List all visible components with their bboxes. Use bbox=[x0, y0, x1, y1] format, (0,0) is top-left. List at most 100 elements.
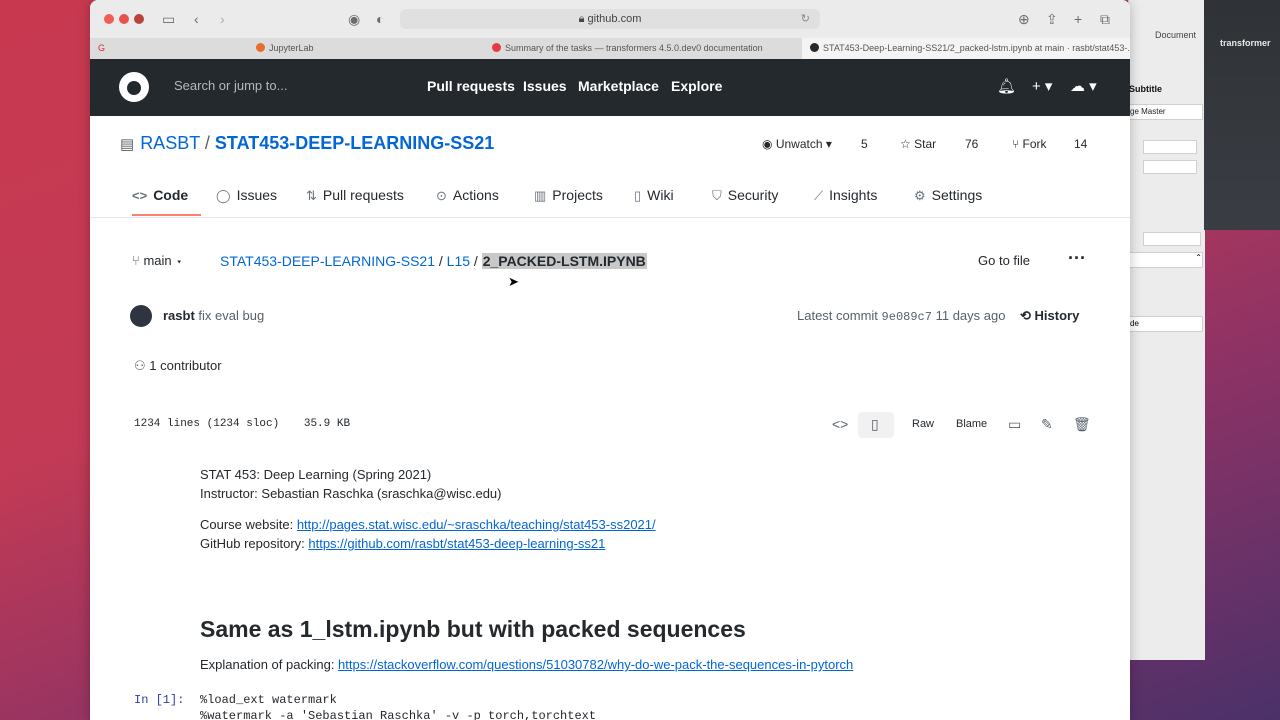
breadcrumb-dir-link[interactable]: L15 bbox=[447, 253, 470, 269]
avatar[interactable] bbox=[130, 305, 152, 327]
commit-author[interactable]: rasbt bbox=[163, 308, 195, 323]
gear-icon: ⚙ bbox=[914, 188, 926, 203]
watch-count[interactable]: 5 bbox=[861, 137, 868, 151]
zoom-window-button[interactable] bbox=[134, 14, 144, 24]
commit-sha-link[interactable]: 9e089c7 bbox=[882, 310, 932, 324]
tab-actions[interactable]: ⊙ Actions bbox=[436, 187, 499, 204]
repo-name-link[interactable]: STAT453-DEEP-LEARNING-SS21 bbox=[215, 133, 494, 153]
bell-icon[interactable]: 🔔︎ bbox=[997, 77, 1016, 95]
play-icon: ⊙ bbox=[436, 188, 447, 203]
subtitle-label: Subtitle bbox=[1129, 84, 1162, 94]
star-icon: ☆ bbox=[900, 137, 911, 151]
url-text: github.com bbox=[587, 13, 642, 25]
document-label: Document bbox=[1155, 30, 1197, 40]
code-icon: <> bbox=[132, 188, 148, 203]
tab-pull-requests[interactable]: ⇅ Pull requests bbox=[306, 187, 404, 204]
reload-icon[interactable]: ↻ bbox=[801, 9, 810, 29]
notebook-github-repo: GitHub repository: https://github.com/ra… bbox=[200, 536, 605, 551]
tab-transformers-docs[interactable]: Summary of the tasks — transformers 4.5.… bbox=[492, 38, 792, 59]
nav-issues[interactable]: Issues bbox=[523, 78, 567, 94]
go-to-file-button[interactable]: Go to file bbox=[978, 253, 1030, 268]
display-source-icon[interactable]: <> bbox=[832, 416, 848, 432]
more-options-button[interactable]: ··· bbox=[1068, 248, 1086, 269]
repo-title: ▤ RASBT / STAT453-DEEP-LEARNING-SS21 bbox=[120, 133, 494, 154]
create-new-icon[interactable]: + ▾ bbox=[1032, 77, 1052, 95]
tab-settings[interactable]: ⚙ Settings bbox=[914, 187, 982, 204]
trash-icon[interactable]: 🗑︎ bbox=[1073, 416, 1091, 433]
download-icon[interactable]: ⊕ bbox=[1018, 11, 1030, 27]
nav-marketplace[interactable]: Marketplace bbox=[578, 78, 659, 94]
blame-button[interactable]: Blame bbox=[956, 418, 987, 430]
graph-icon: ⟋ bbox=[814, 188, 824, 203]
breadcrumb-repo-link[interactable]: STAT453-DEEP-LEARNING-SS21 bbox=[220, 253, 435, 269]
packing-link[interactable]: https://stackoverflow.com/questions/5103… bbox=[338, 657, 853, 672]
address-bar[interactable]: 🔒︎ github.com ↻ bbox=[400, 9, 820, 29]
unwatch-label: Unwatch bbox=[775, 137, 823, 151]
search-input[interactable]: Search or jump to... bbox=[174, 78, 287, 93]
tab-label: Settings bbox=[931, 187, 983, 203]
course-website-link[interactable]: http://pages.stat.wisc.edu/~sraschka/tea… bbox=[297, 517, 656, 532]
tab-insights[interactable]: ⟋ Insights bbox=[814, 187, 877, 204]
tab-code[interactable]: <> Code bbox=[132, 187, 188, 203]
tab-label: STAT453-Deep-Learning-SS21/2_packed-lstm… bbox=[823, 43, 1130, 53]
fork-label: Fork bbox=[1022, 137, 1047, 151]
nav-pull-requests[interactable]: Pull requests bbox=[427, 78, 515, 94]
bg-de-field[interactable]: de bbox=[1129, 316, 1203, 332]
tab-overview-icon[interactable]: ⧉ bbox=[1100, 11, 1110, 27]
bg-field[interactable] bbox=[1143, 140, 1197, 154]
history-label: History bbox=[1034, 308, 1080, 323]
browser-window: ▭ ‹ › ◉ ◐ 🔒︎ github.com ↻ ⊕ ⇪ + ⧉ G Jupy… bbox=[90, 0, 1130, 720]
fork-button[interactable]: ⑂ Fork bbox=[1012, 137, 1047, 151]
tab-label: Security bbox=[727, 187, 779, 203]
minimize-window-button[interactable] bbox=[119, 14, 129, 24]
google-icon[interactable]: G bbox=[98, 38, 112, 59]
pencil-icon[interactable]: ✎ bbox=[1041, 416, 1053, 433]
tab-github-file[interactable]: STAT453-Deep-Learning-SS21/2_packed-lstm… bbox=[802, 38, 1130, 59]
avatar-menu-icon[interactable]: ☁ ▾ bbox=[1070, 77, 1097, 95]
nav-explore[interactable]: Explore bbox=[671, 78, 722, 94]
tab-label: Summary of the tasks — transformers 4.5.… bbox=[505, 43, 763, 53]
fork-count[interactable]: 14 bbox=[1074, 137, 1087, 151]
desktop-icon[interactable]: ▭ bbox=[1008, 416, 1021, 433]
background-dark-window: transformer bbox=[1204, 0, 1280, 230]
file-size: 35.9 KB bbox=[303, 418, 351, 430]
star-count[interactable]: 76 bbox=[965, 137, 978, 151]
contributors-label: 1 contributor bbox=[149, 358, 222, 373]
selected-tab-indicator bbox=[132, 214, 201, 216]
history-button[interactable]: ⟲ History bbox=[1020, 308, 1079, 324]
contributors-link[interactable]: ⚇ 1 contributor bbox=[134, 358, 222, 374]
shield-icon[interactable]: ◐ bbox=[376, 11, 384, 27]
bg-field[interactable] bbox=[1143, 160, 1197, 174]
tab-security[interactable]: ⛉ Security bbox=[712, 187, 778, 204]
people-icon: ⚇ bbox=[134, 358, 146, 373]
repo-owner-link[interactable]: RASBT bbox=[140, 133, 200, 153]
new-tab-icon[interactable]: + bbox=[1074, 11, 1082, 27]
star-label: Star bbox=[914, 137, 937, 151]
close-window-button[interactable] bbox=[104, 14, 114, 24]
tab-jupyterlab[interactable]: JupyterLab bbox=[256, 38, 486, 59]
bg-field[interactable] bbox=[1143, 232, 1201, 246]
tab-wiki[interactable]: ▯ Wiki bbox=[634, 187, 674, 204]
branch-select[interactable]: ⑂ main ▾ bbox=[132, 253, 183, 268]
github-logo-icon[interactable] bbox=[119, 72, 149, 102]
privacy-icon[interactable]: ◉ bbox=[348, 11, 360, 27]
bg-select[interactable]: ⌃ bbox=[1129, 252, 1203, 268]
breadcrumb-file: 2_PACKED-LSTM.IPYNB bbox=[481, 253, 647, 269]
unwatch-button[interactable]: ◉ Unwatch ▾ bbox=[762, 137, 832, 151]
chevron-down-icon: ▾ bbox=[825, 137, 832, 151]
tab-label: Code bbox=[153, 187, 189, 203]
commit-message-text[interactable]: fix eval bug bbox=[198, 308, 264, 323]
huggingface-icon bbox=[492, 43, 501, 52]
tab-issues[interactable]: ◯ Issues bbox=[216, 187, 277, 204]
forward-icon[interactable]: › bbox=[220, 11, 225, 27]
tab-label: Wiki bbox=[647, 187, 674, 203]
sidebar-icon[interactable]: ▭ bbox=[162, 11, 175, 27]
star-button[interactable]: ☆ Star bbox=[900, 137, 936, 151]
master-field[interactable]: ge Master bbox=[1129, 104, 1203, 120]
tab-projects[interactable]: ▥ Projects bbox=[534, 187, 603, 204]
github-repo-link[interactable]: https://github.com/rasbt/stat453-deep-le… bbox=[308, 536, 605, 551]
latest-commit-info: Latest commit 9e089c7 11 days ago bbox=[797, 308, 1005, 324]
back-icon[interactable]: ‹ bbox=[194, 11, 199, 27]
raw-button[interactable]: Raw bbox=[912, 418, 934, 430]
share-icon[interactable]: ⇪ bbox=[1046, 11, 1058, 27]
